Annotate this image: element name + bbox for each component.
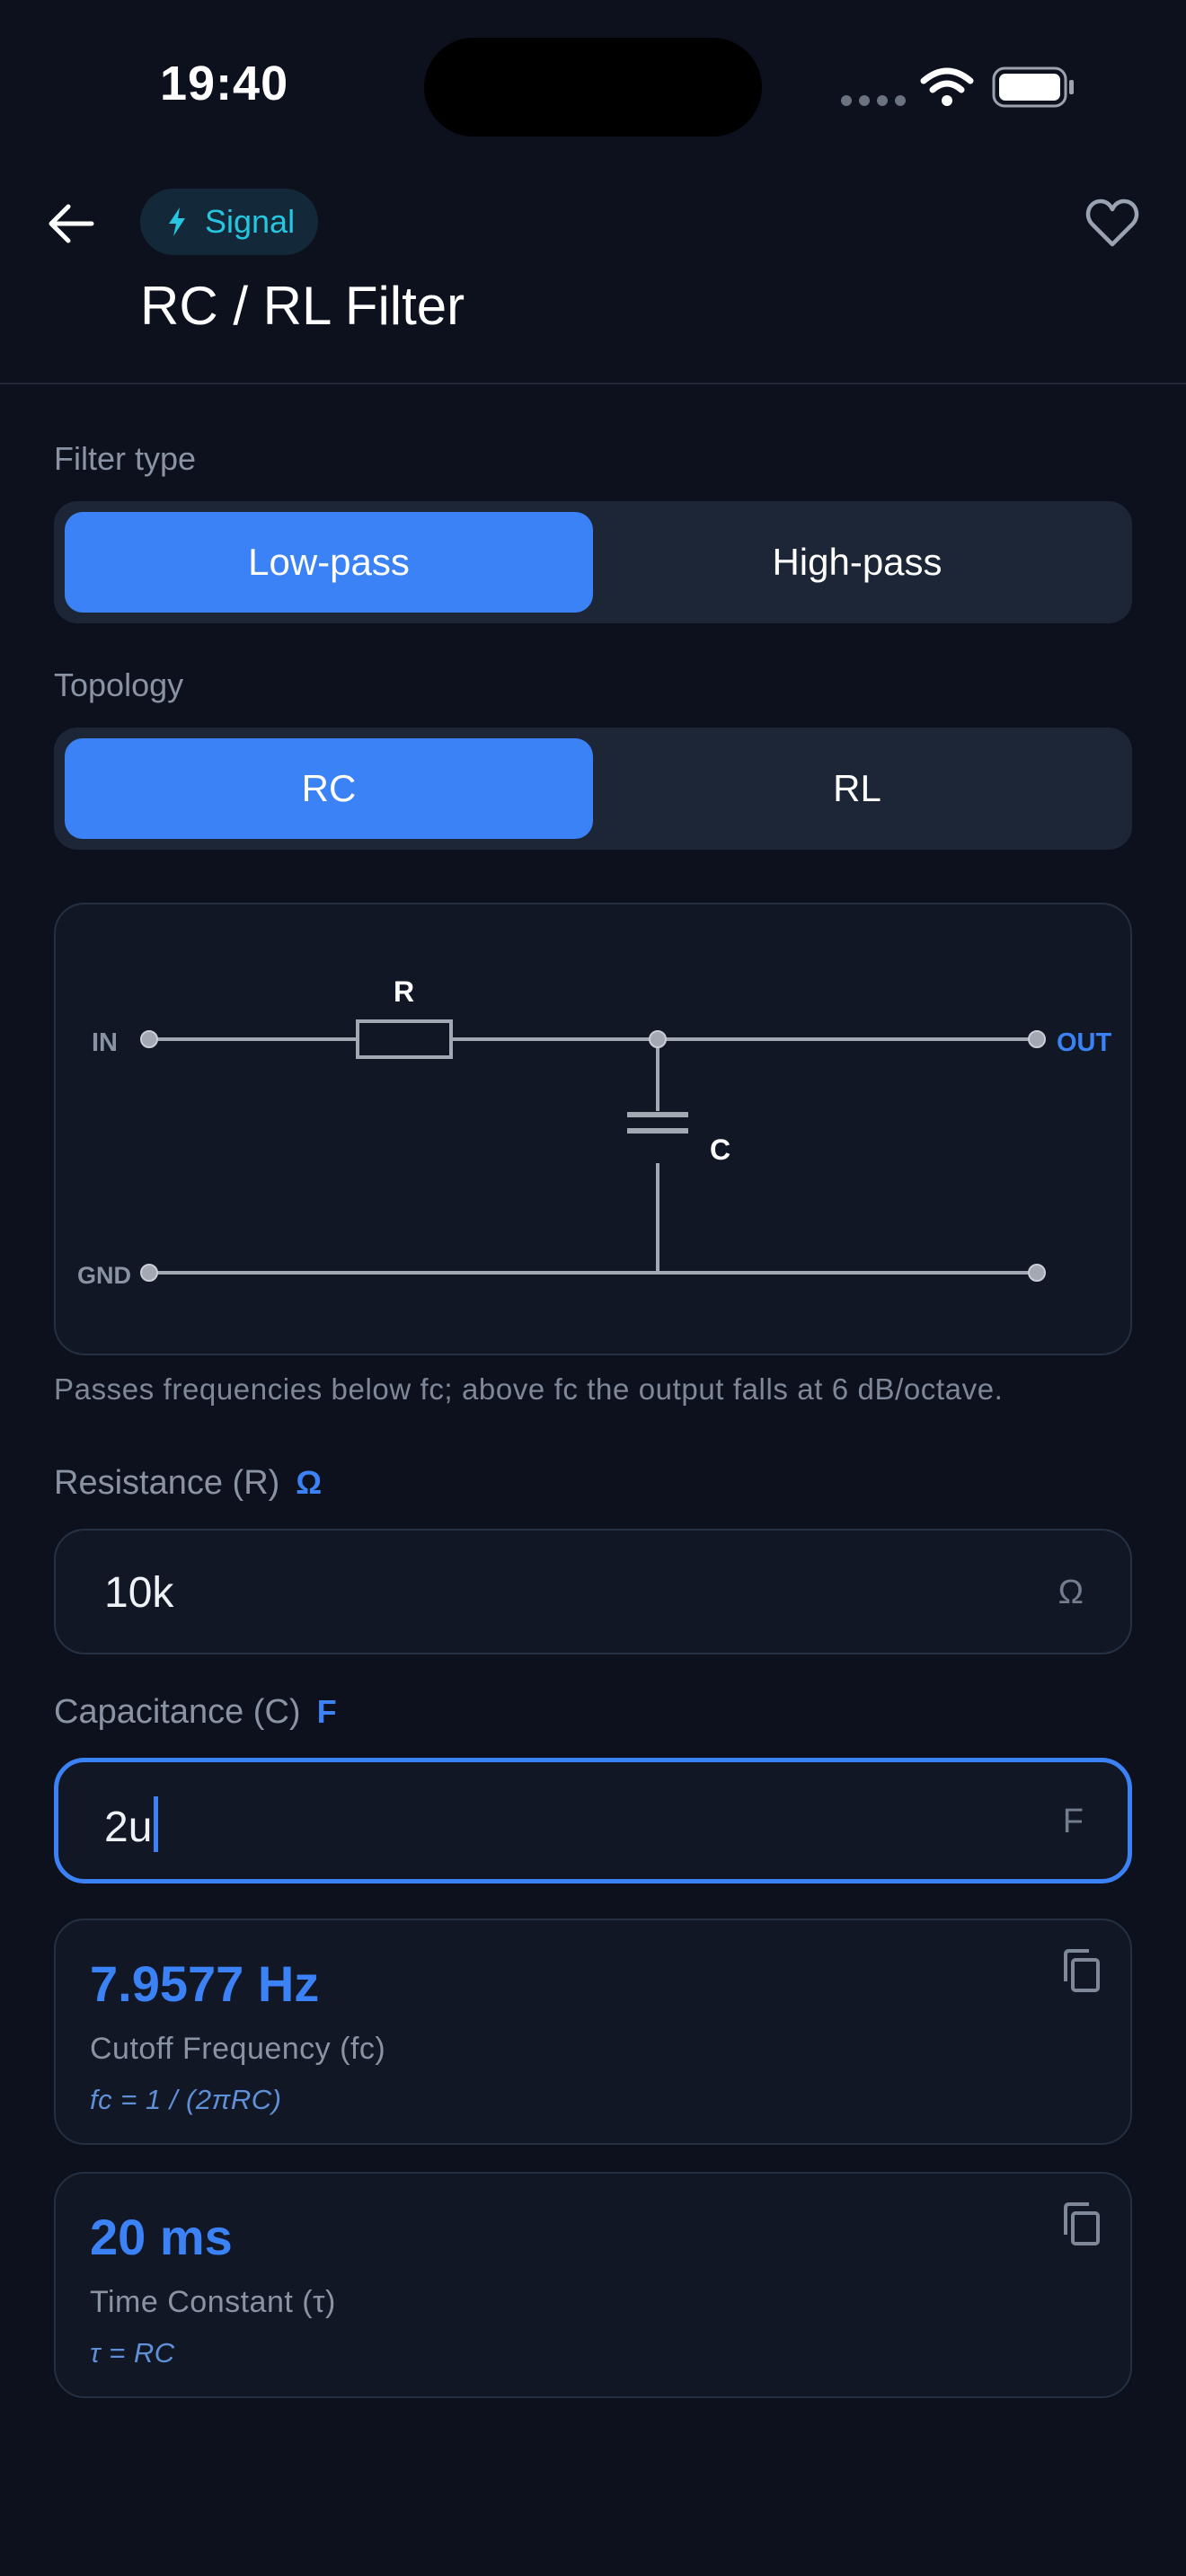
- capacitance-unit: F: [1062, 1803, 1084, 1840]
- resistance-value: 10k: [104, 1569, 174, 1617]
- circuit-diagram-card: IN OUT GND R C: [54, 903, 1132, 1355]
- lightning-icon: [169, 207, 185, 236]
- topology-segmented-control: RC RL: [54, 728, 1132, 850]
- gnd-terminal-label: GND: [77, 1262, 131, 1289]
- in-terminal-label: IN: [92, 1028, 118, 1057]
- status-time: 19:40: [160, 57, 289, 110]
- category-chip: Signal: [140, 189, 319, 255]
- wifi-icon: [920, 67, 974, 106]
- filter-description: Passes frequencies below fc; above fc th…: [54, 1372, 1004, 1406]
- capacitor-symbol: [627, 1112, 688, 1134]
- text-caret: [154, 1796, 159, 1852]
- cutoff-frequency-formula: fc = 1 / (2πRC): [90, 2084, 282, 2115]
- resistance-label: Resistance (R): [54, 1464, 280, 1502]
- filter-type-segmented-control: Low-pass High-pass: [54, 501, 1132, 623]
- capacitance-label-row: Capacitance (C) F: [54, 1693, 337, 1732]
- time-constant-value: 20 ms: [90, 2209, 233, 2265]
- dynamic-island: [424, 38, 762, 137]
- topology-label: Topology: [54, 666, 184, 703]
- back-arrow-icon[interactable]: [47, 199, 95, 248]
- high-pass-option[interactable]: High-pass: [593, 512, 1121, 613]
- page-title: RC / RL Filter: [140, 276, 465, 336]
- category-chip-label: Signal: [205, 203, 296, 240]
- rl-option[interactable]: RL: [593, 738, 1121, 839]
- cellular-signal-icon: [841, 95, 906, 106]
- resistance-label-row: Resistance (R) Ω: [54, 1464, 322, 1503]
- resistor-symbol: [356, 1019, 453, 1059]
- resistor-label: R: [394, 975, 414, 1008]
- out-terminal-label: OUT: [1057, 1028, 1112, 1057]
- copy-icon[interactable]: [1060, 1947, 1103, 1994]
- rc-option[interactable]: RC: [65, 738, 593, 839]
- capacitance-label: Capacitance (C): [54, 1693, 301, 1731]
- time-constant-formula: τ = RC: [90, 2337, 175, 2369]
- resistance-unit: Ω: [1058, 1574, 1084, 1611]
- cutoff-frequency-label: Cutoff Frequency (fc): [90, 2032, 386, 2066]
- low-pass-option[interactable]: Low-pass: [65, 512, 593, 613]
- time-constant-card: 20 ms Time Constant (τ) τ = RC: [54, 2172, 1132, 2398]
- time-constant-label: Time Constant (τ): [90, 2285, 336, 2319]
- header-divider: [0, 383, 1186, 384]
- favorite-heart-icon[interactable]: [1085, 198, 1139, 248]
- cutoff-frequency-card: 7.9577 Hz Cutoff Frequency (fc) fc = 1 /…: [54, 1919, 1132, 2145]
- rc-lowpass-schematic: IN OUT GND R C: [77, 975, 1112, 1289]
- battery-icon: [992, 66, 1074, 108]
- capacitor-label: C: [710, 1134, 730, 1166]
- filter-type-label: Filter type: [54, 440, 197, 477]
- capacitance-input[interactable]: 2u F: [54, 1758, 1132, 1883]
- cutoff-frequency-value: 7.9577 Hz: [90, 1955, 320, 2012]
- copy-icon[interactable]: [1060, 2201, 1103, 2247]
- capacitance-unit-badge: F: [316, 1693, 337, 1730]
- resistance-unit-badge: Ω: [296, 1464, 323, 1501]
- resistance-input[interactable]: 10k Ω: [54, 1529, 1132, 1654]
- capacitance-value-wrap: 2u: [104, 1796, 159, 1852]
- capacitance-value: 2u: [104, 1804, 153, 1851]
